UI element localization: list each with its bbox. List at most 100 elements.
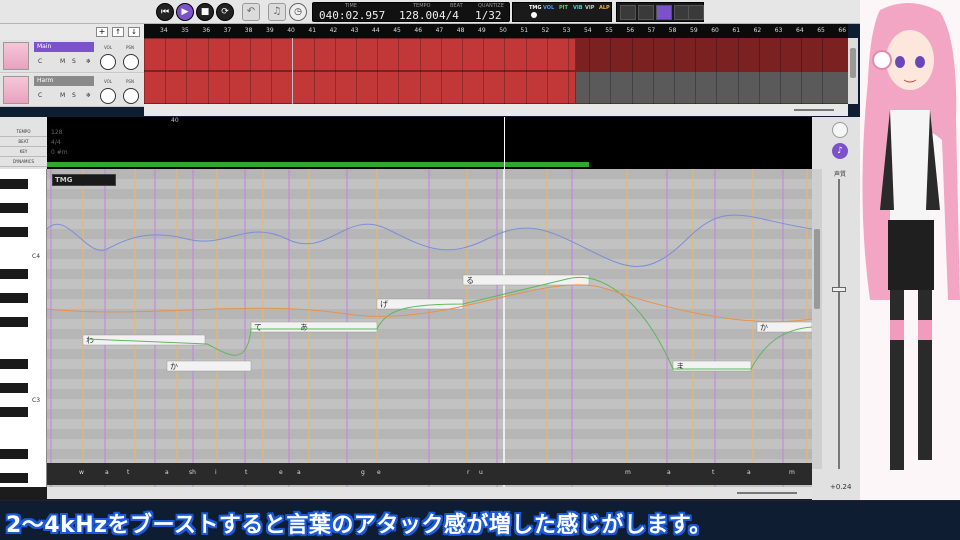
ruler-bar-number: 36 — [202, 27, 211, 34]
track-segment-main[interactable] — [144, 39, 576, 70]
move-down-icon[interactable]: ↓ — [128, 27, 140, 37]
speaker-icon[interactable]: ♪ — [832, 143, 848, 159]
dynamics-bar[interactable] — [47, 162, 589, 167]
editor-hscroll[interactable] — [47, 487, 812, 499]
solo-button[interactable]: S — [72, 92, 76, 99]
ruler-bar-number: 38 — [244, 27, 253, 34]
ruler-bar-number: 40 — [287, 27, 295, 34]
volume-knob[interactable] — [100, 54, 116, 70]
mode-vol[interactable]: VOL — [543, 5, 554, 11]
track-segment-harm[interactable] — [144, 72, 576, 103]
phoneme-label[interactable]: a — [297, 469, 301, 476]
freeze-icon[interactable]: ❄ — [86, 58, 91, 65]
phoneme-label[interactable]: sh — [189, 469, 196, 476]
black-key[interactable] — [0, 269, 28, 279]
ruler-bar-number: 49 — [478, 27, 486, 34]
arrangement-scrollbar[interactable] — [144, 104, 848, 116]
stop-button[interactable]: ■ — [196, 3, 214, 21]
bar-line — [737, 38, 739, 104]
arrangement-view[interactable] — [144, 38, 848, 104]
black-key[interactable] — [0, 293, 28, 303]
pointer-tool-icon[interactable] — [620, 5, 636, 20]
note — [166, 360, 252, 372]
phoneme-label[interactable]: u — [479, 469, 483, 476]
bar-line — [822, 38, 824, 104]
phoneme-label[interactable]: m — [789, 469, 795, 476]
mode-alp[interactable]: ALP — [599, 5, 610, 11]
phoneme-label[interactable]: a — [747, 469, 751, 476]
parameter-lanes[interactable]: 40 128 4/4 0 #m — [47, 117, 812, 169]
record-icon[interactable] — [832, 122, 848, 138]
volume-knob[interactable] — [100, 88, 116, 104]
note-lyric: げ — [380, 300, 388, 309]
zoom-slider[interactable] — [794, 109, 834, 111]
black-key[interactable] — [0, 203, 28, 213]
phoneme-label[interactable]: g — [361, 469, 365, 476]
black-key[interactable] — [0, 317, 28, 327]
pan-knob[interactable] — [123, 88, 139, 104]
play-button[interactable]: ▶ — [176, 3, 194, 21]
mode-pit[interactable]: PIT — [559, 5, 568, 11]
phoneme-label[interactable]: t — [127, 469, 129, 476]
mute-button[interactable]: M — [60, 58, 65, 65]
black-key[interactable] — [0, 473, 28, 483]
mode-vib[interactable]: VIB — [573, 5, 583, 11]
ruler-bar-number: 46 — [414, 27, 423, 34]
phoneme-label[interactable]: t — [245, 469, 247, 476]
voice-quality-slider-thumb[interactable] — [832, 287, 846, 292]
phoneme-label[interactable]: m — [625, 469, 631, 476]
mode-vip[interactable]: VIP — [585, 5, 594, 11]
phoneme-label[interactable]: i — [215, 469, 217, 476]
track-main[interactable]: Main C M S ❄ VOL PSN — [0, 40, 144, 73]
piano-keyboard[interactable]: C4 C3 — [0, 169, 47, 487]
pan-knob[interactable] — [123, 54, 139, 70]
scroll-thumb[interactable] — [814, 229, 820, 309]
phoneme-label[interactable]: a — [165, 469, 169, 476]
black-key[interactable] — [0, 383, 28, 393]
scroll-thumb[interactable] — [850, 48, 856, 78]
phoneme-label[interactable]: w — [79, 469, 84, 476]
black-key[interactable] — [0, 407, 28, 417]
window-tool-icon[interactable] — [688, 5, 704, 20]
octave-label: C3 — [32, 397, 41, 404]
mode-tmg[interactable]: TMG — [529, 5, 542, 11]
black-key[interactable] — [0, 227, 28, 237]
phoneme-label[interactable]: t — [712, 469, 714, 476]
phoneme-label[interactable]: r — [467, 469, 469, 476]
editor-vscroll[interactable] — [812, 169, 822, 469]
bar-line — [144, 38, 145, 104]
arrangement-vscroll[interactable] — [848, 38, 858, 104]
phoneme-label[interactable]: a — [105, 469, 109, 476]
phoneme-label[interactable]: a — [667, 469, 671, 476]
freeze-icon[interactable]: ❄ — [86, 92, 91, 99]
phoneme-lane[interactable]: w a t a sh i t e a g e r u m a t a m — [47, 463, 812, 485]
phoneme-label[interactable]: e — [377, 469, 381, 476]
mute-button[interactable]: M — [60, 92, 65, 99]
clock-icon[interactable]: ◷ — [289, 3, 307, 21]
move-up-icon[interactable]: ↑ — [112, 27, 124, 37]
rewind-button[interactable]: ⏮ — [156, 3, 174, 21]
eraser-tool-icon[interactable] — [656, 5, 672, 20]
piano-roll[interactable]: わかてあげるまか — [47, 169, 812, 487]
select-tool-icon[interactable] — [638, 5, 654, 20]
metronome-button[interactable]: ♫ — [268, 3, 286, 21]
phoneme-label[interactable]: e — [279, 469, 283, 476]
track-c-button[interactable]: C — [38, 58, 42, 65]
bar-line — [801, 38, 803, 104]
add-track-icon[interactable]: + — [96, 27, 108, 37]
track-harm[interactable]: Harm C M S ❄ VOL PSN — [0, 74, 144, 107]
track-c-button[interactable]: C — [38, 92, 42, 99]
bar-line — [228, 38, 230, 104]
track-name[interactable]: Main — [34, 42, 94, 52]
undo-button[interactable]: ↶ — [242, 3, 260, 21]
track-name[interactable]: Harm — [34, 76, 94, 86]
loop-button[interactable]: ⟳ — [216, 3, 234, 21]
solo-button[interactable]: S — [72, 58, 76, 65]
black-key[interactable] — [0, 359, 28, 369]
horizontal-zoom-slider[interactable] — [737, 492, 797, 494]
black-key[interactable] — [0, 179, 28, 189]
black-key[interactable] — [0, 449, 28, 459]
timeline-ruler[interactable]: 34 35 36 37 38 39 40 41 42 43 44 45 46 47 48 49 50 51 52 53… — [144, 24, 848, 38]
note-lyric: わ — [86, 336, 94, 345]
bar-line — [546, 38, 548, 104]
